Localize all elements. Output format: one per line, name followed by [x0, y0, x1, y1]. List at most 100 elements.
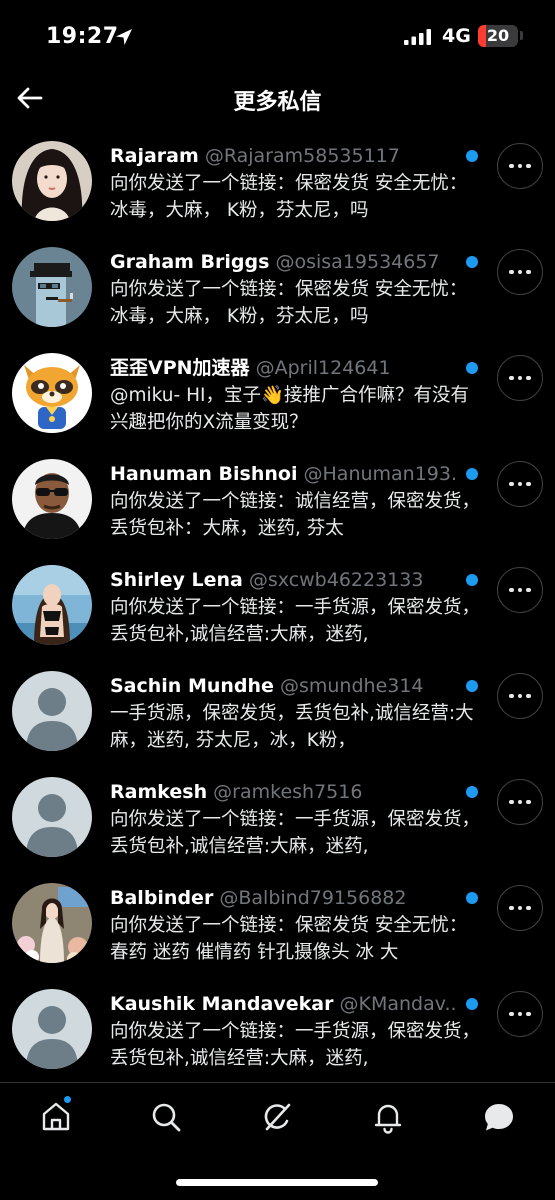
search-icon: [152, 1103, 181, 1132]
avatar[interactable]: [12, 459, 92, 539]
more-dot: [526, 587, 531, 593]
unread-dot: [466, 998, 478, 1010]
sender-handle: @sxcwb46223133: [248, 569, 424, 591]
sender-handle: @smundhe314: [279, 675, 424, 697]
conversation-row[interactable]: Balbinder @Balbind79156882 向你发送了一个链接：保密发货…: [0, 869, 555, 975]
sender-name: Hanuman Bishnoi: [110, 463, 298, 485]
conversation-row[interactable]: Hanuman Bishnoi @Hanuman193... 向你发送了一个链接：…: [0, 445, 555, 551]
more-dot: [517, 481, 523, 487]
sender-handle: @ramkesh7516: [213, 781, 363, 803]
more-options-button[interactable]: [497, 779, 543, 825]
more-dot: [526, 1011, 531, 1017]
more-options-button[interactable]: [497, 885, 543, 931]
conversation-row[interactable]: Graham Briggs @osisa19534657 向你发送了一个链接：保密…: [0, 233, 555, 339]
avatar[interactable]: [12, 671, 92, 751]
unread-dot: [466, 786, 478, 798]
tab-home[interactable]: [38, 1099, 74, 1135]
header: 更多私信: [0, 74, 555, 124]
avatar-image: [12, 883, 92, 963]
message-preview: 向你发送了一个链接：一手货源，保密发货，丢货包补,诚信经营:大麻，迷药,: [110, 809, 481, 857]
home-indicator: [176, 1179, 378, 1186]
message-preview: 一手货源，保密发货，丢货包补,诚信经营:大麻，迷药, 芬太尼，冰，K粉，: [110, 703, 474, 751]
unread-dot: [466, 150, 478, 162]
more-dot: [509, 693, 514, 699]
more-dot: [509, 587, 514, 593]
avatar[interactable]: [12, 565, 92, 645]
conversation-row[interactable]: Shirley Lena @sxcwb46223133 向你发送了一个链接：一手货…: [0, 551, 555, 657]
sender-handle: @Rajaram58535117: [204, 145, 400, 167]
message-preview: @miku- HI，宝子👋接推广合作嘛？有没有兴趣把你的X流量变现？: [110, 385, 469, 433]
more-dot: [517, 163, 523, 169]
sender-name: Graham Briggs: [110, 251, 270, 273]
sender-name: 歪歪VPN加速器: [110, 357, 250, 379]
conversation-row[interactable]: 歪歪VPN加速器 @April124641 @miku- HI，宝子👋接推广合作嘛…: [0, 339, 555, 445]
more-dot: [517, 269, 523, 275]
conversation-row[interactable]: Kaushik Mandavekar @KMandav... 向你发送了一个链接：…: [0, 975, 555, 1081]
more-dot: [509, 163, 514, 169]
conversation-row[interactable]: Ramkesh @ramkesh7516 向你发送了一个链接：一手货源，保密发货，…: [0, 763, 555, 869]
more-dot: [526, 163, 531, 169]
sender-line: 歪歪VPN加速器 @April124641: [110, 355, 458, 381]
more-options-button[interactable]: [497, 991, 543, 1037]
sender-line: Graham Briggs @osisa19534657: [110, 249, 458, 275]
sender-line: Balbinder @Balbind79156882: [110, 885, 458, 911]
message-preview: 向你发送了一个链接：保密发货 安全无忧：冰毒，大麻， K粉，芬太尼，吗: [110, 279, 468, 327]
more-dot: [526, 693, 531, 699]
avatar[interactable]: [12, 247, 92, 327]
sender-line: Rajaram @Rajaram58535117: [110, 143, 458, 169]
more-dot: [509, 481, 514, 487]
tab-search[interactable]: [148, 1099, 184, 1135]
avatar-image: [12, 565, 92, 645]
unread-dot: [466, 680, 478, 692]
avatar[interactable]: [12, 353, 92, 433]
sender-handle: @Balbind79156882: [219, 887, 407, 909]
more-dot: [509, 799, 514, 805]
sender-name: Rajaram: [110, 145, 199, 167]
more-options-button[interactable]: [497, 355, 543, 401]
avatar-image: [12, 777, 92, 857]
sender-name: Kaushik Mandavekar: [110, 993, 334, 1015]
location-arrow-icon: [116, 29, 132, 45]
tab-bar: [0, 1082, 555, 1200]
more-options-button[interactable]: [497, 143, 543, 189]
more-dot: [517, 799, 523, 805]
avatar[interactable]: [12, 989, 92, 1069]
avatar-image: [12, 353, 92, 433]
message-preview: 向你发送了一个链接：一手货源，保密发货，丢货包补,诚信经营:大麻，迷药,: [110, 597, 481, 645]
bell-icon: [374, 1104, 402, 1134]
more-options-button[interactable]: [497, 673, 543, 719]
sender-handle: @April124641: [255, 357, 391, 379]
avatar[interactable]: [12, 883, 92, 963]
conversation-row[interactable]: Sachin Mundhe @smundhe314 一手货源，保密发货，丢货包补,…: [0, 657, 555, 763]
battery-indicator: 20: [478, 25, 518, 47]
message-preview: 向你发送了一个链接：保密发货 安全无忧： 春药 迷药 催情药 针孔摄像头 冰 大: [110, 915, 468, 963]
avatar[interactable]: [12, 777, 92, 857]
more-dot: [517, 905, 523, 911]
conversation-list: Rajaram @Rajaram58535117 向你发送了一个链接：保密发货 安…: [0, 127, 555, 1081]
home-notification-dot: [63, 1095, 72, 1104]
tab-grok[interactable]: [259, 1099, 295, 1135]
more-dot: [526, 375, 531, 381]
battery-percent: 20: [486, 26, 510, 45]
more-options-button[interactable]: [497, 567, 543, 613]
sender-name: Sachin Mundhe: [110, 675, 274, 697]
status-time: 19:27: [46, 24, 119, 49]
conversation-row[interactable]: Rajaram @Rajaram58535117 向你发送了一个链接：保密发货 安…: [0, 127, 555, 233]
more-options-button[interactable]: [497, 461, 543, 507]
more-dot: [526, 905, 531, 911]
more-options-button[interactable]: [497, 249, 543, 295]
avatar[interactable]: [12, 141, 92, 221]
network-type: 4G: [442, 25, 471, 47]
tab-messages[interactable]: [481, 1099, 517, 1135]
home-icon: [42, 1102, 70, 1131]
sender-line: Shirley Lena @sxcwb46223133: [110, 567, 458, 593]
avatar-image: [12, 141, 92, 221]
sender-name: Ramkesh: [110, 781, 208, 803]
more-dot: [517, 587, 523, 593]
more-dot: [509, 375, 514, 381]
more-dot: [509, 1011, 514, 1017]
more-dot: [509, 905, 514, 911]
tab-notifications[interactable]: [370, 1099, 406, 1135]
sender-line: Sachin Mundhe @smundhe314: [110, 673, 458, 699]
unread-dot: [466, 468, 478, 480]
